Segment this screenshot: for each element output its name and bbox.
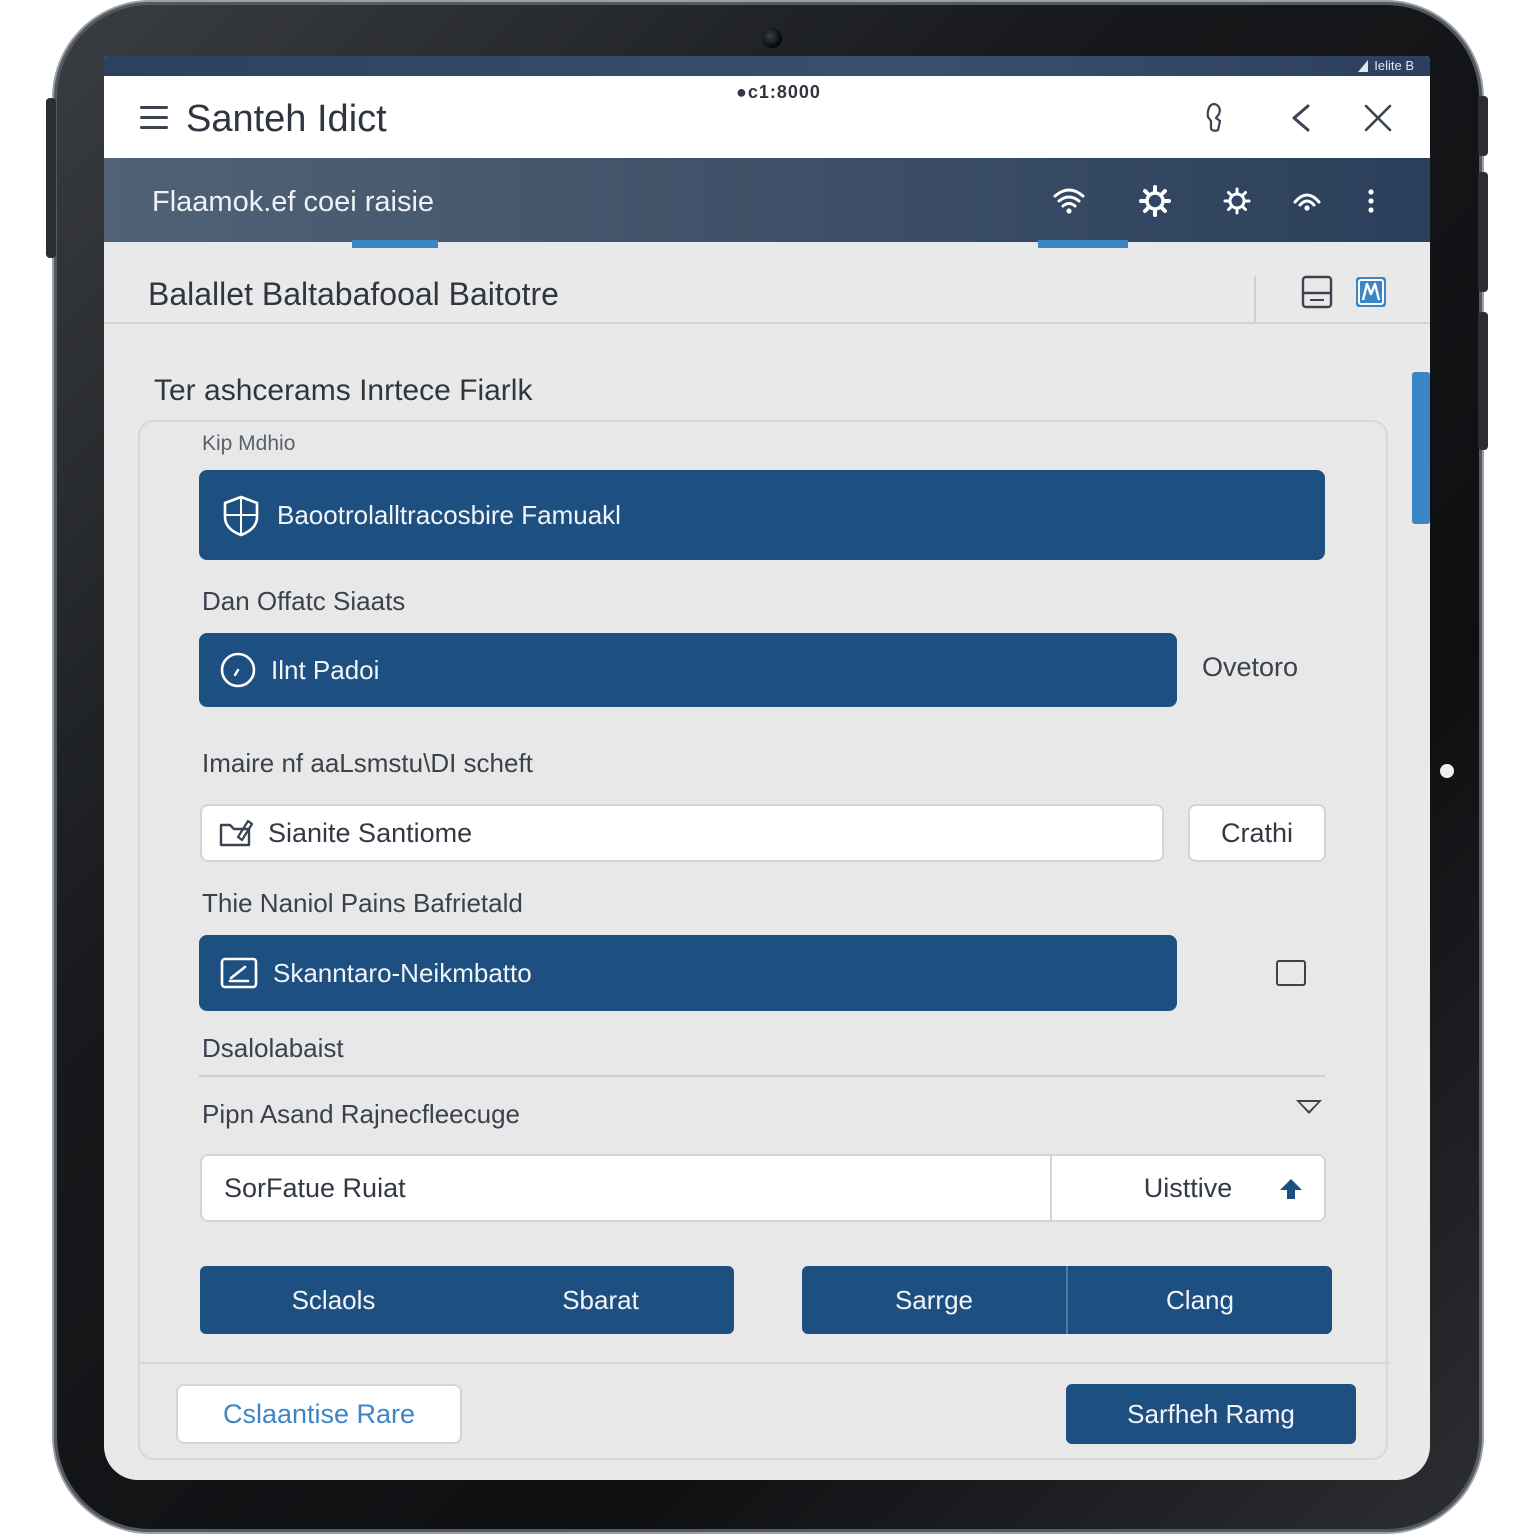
dual2-button-b[interactable]: Clang: [1066, 1266, 1332, 1334]
scrollbar-thumb[interactable]: [1412, 372, 1430, 524]
status-option-side-text: Ovetoro: [1202, 652, 1299, 682]
split-input-right-text: Uisttive: [1143, 1172, 1233, 1203]
sub-header-title: Flaamok.ef coei raisie: [152, 186, 435, 218]
clock-icon: [220, 652, 256, 688]
section-header: Balallet Baltabafooal Baitotre: [104, 244, 1430, 324]
back-arrow-icon[interactable]: [1284, 100, 1320, 136]
hand-pointer-icon[interactable]: [1198, 100, 1234, 136]
split-input-right[interactable]: Uisttive: [1052, 1154, 1326, 1222]
chevron-down-icon[interactable]: [1296, 1100, 1322, 1114]
side-button-right-1: [1478, 96, 1488, 156]
primary-option-bar[interactable]: Baootrolalltracosbire Famuakl: [199, 470, 1325, 560]
field-label-small: Kip Mdhio: [202, 432, 296, 455]
network-checkbox[interactable]: [1276, 960, 1306, 986]
edit-icon[interactable]: [1354, 274, 1388, 310]
network-option-bar[interactable]: Skanntaro-Neikmbatto: [199, 935, 1177, 1011]
up-arrow-icon: [1280, 1179, 1302, 1199]
create-button[interactable]: Crathi: [1188, 804, 1326, 862]
side-button-right-3: [1478, 312, 1488, 450]
settings-icon[interactable]: [1220, 184, 1254, 218]
field-label-5: Dsalolabaist: [202, 1033, 344, 1063]
section-title: Balallet Baltabafooal Baitotre: [148, 276, 559, 312]
side-button-left: [46, 98, 56, 258]
signal-icon[interactable]: [1290, 184, 1324, 218]
gear-icon[interactable]: [1138, 184, 1172, 218]
panel-icon[interactable]: [1300, 274, 1334, 310]
dual-button-group-1: Sclaols Sbarat: [200, 1266, 734, 1334]
side-sensor-dot: [1440, 764, 1454, 778]
dropdown-label[interactable]: Pipn Asand Rajnecfleecuge: [202, 1099, 520, 1130]
dual1-button-b[interactable]: Sbarat: [467, 1266, 734, 1334]
dual2-button-a[interactable]: Sarrge: [802, 1266, 1066, 1334]
folder-edit-icon: [219, 819, 254, 847]
field-label-4: Thie Naniol Pains Bafrietald: [202, 888, 523, 918]
side-button-right-2: [1478, 172, 1488, 292]
split-input: SorFatue Ruiat Uisttive: [200, 1154, 1326, 1222]
menu-icon[interactable]: [140, 106, 168, 130]
split-input-left[interactable]: SorFatue Ruiat: [200, 1154, 1052, 1222]
signal-icon: [1358, 59, 1369, 72]
name-input[interactable]: Sianite Santiome: [200, 804, 1164, 862]
section-divider: [199, 1075, 1325, 1077]
status-text: Ielite B: [1374, 58, 1414, 73]
status-option-bar[interactable]: Ilnt Padoi: [199, 633, 1177, 707]
status-option-text: Ilnt Padoi: [271, 654, 380, 685]
field-label-2: Dan Offatc Siaats: [202, 586, 406, 616]
field-label-3: Imaire nf aaLsmstu\DI scheft: [202, 748, 533, 778]
app-bar: Santeh Idict ●c1:8000: [104, 76, 1430, 158]
screen: Ielite B Santeh Idict ●c1:8000 Flaamok.e…: [104, 56, 1430, 1480]
secondary-footer-button[interactable]: Cslaantise Rare: [176, 1384, 462, 1444]
group-title: Ter ashcerams Inrtece Fiarlk: [154, 374, 533, 407]
clock: ●c1:8000: [736, 82, 821, 102]
edit-box-icon: [220, 957, 258, 989]
status-indicators: Ielite B: [1358, 58, 1414, 73]
header-divider: [1254, 276, 1256, 322]
close-icon[interactable]: [1360, 100, 1396, 136]
primary-option-text: Baootrolalltracosbire Famuakl: [277, 499, 621, 530]
primary-footer-button[interactable]: Sarfheh Ramg: [1066, 1384, 1356, 1444]
name-input-value: Sianite Santiome: [268, 817, 473, 848]
dual-button-group-2: Sarrge Clang: [802, 1266, 1332, 1334]
footer-divider: [138, 1362, 1390, 1364]
more-vert-icon[interactable]: [1354, 184, 1388, 218]
front-camera: [762, 28, 782, 48]
app-title: Santeh Idict: [186, 98, 387, 140]
shield-icon: [223, 495, 259, 537]
dual1-button-a[interactable]: Sclaols: [200, 1266, 467, 1334]
sub-header-bar: Flaamok.ef coei raisie: [104, 158, 1430, 242]
wifi-icon[interactable]: [1052, 184, 1086, 218]
network-option-text: Skanntaro-Neikmbatto: [273, 957, 532, 988]
status-bar: Ielite B: [104, 56, 1430, 76]
